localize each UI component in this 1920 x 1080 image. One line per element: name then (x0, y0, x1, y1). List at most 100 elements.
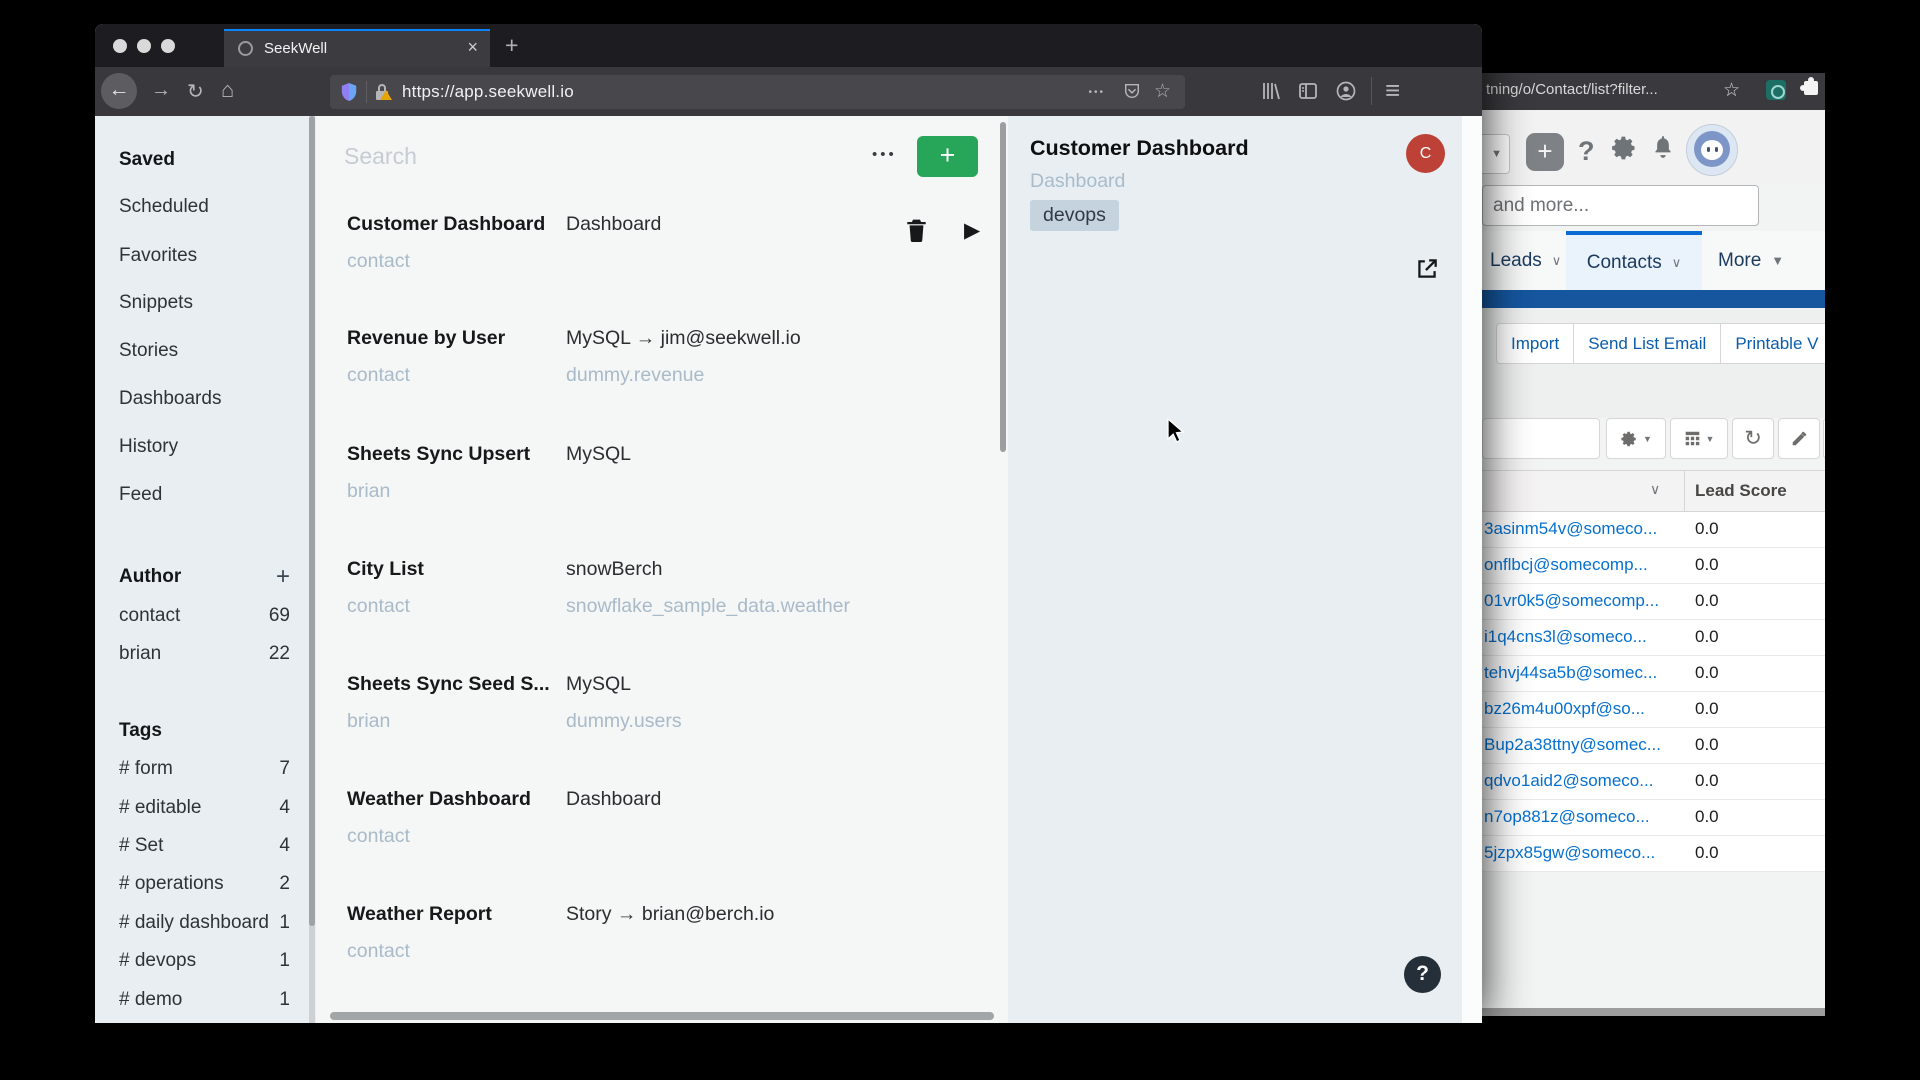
send-list-email-button[interactable]: Send List Email (1574, 323, 1722, 364)
caret-down-icon[interactable]: ▼ (1771, 253, 1784, 268)
sidebar-scrollbar-thumb[interactable] (309, 116, 315, 926)
tab-contacts-active[interactable]: Contacts ∨ (1566, 231, 1702, 290)
tag-filter-form[interactable]: # form 7 (119, 755, 290, 783)
sidebar-item-history[interactable]: History (119, 433, 290, 461)
library-icon[interactable] (1259, 80, 1281, 107)
back-icon[interactable]: ← (101, 73, 137, 109)
search-scope-dropdown[interactable]: ▼ (1482, 134, 1510, 174)
email-link[interactable]: 3asinm54v@someco... (1484, 519, 1657, 539)
menu-hamburger-icon[interactable]: ≡ (1385, 75, 1400, 106)
container-tab-icon[interactable] (1766, 80, 1786, 100)
list-item-sheets-sync-upsert[interactable]: Sheets Sync Upsert MySQL brian (316, 443, 1008, 519)
table-row[interactable]: bz26m4u00xpf@so... 0.0 (1482, 692, 1825, 728)
edit-pencil-button[interactable] (1778, 418, 1820, 459)
list-item-weather-report[interactable]: Weather Report Story → brian@berch.io co… (316, 903, 1008, 979)
open-external-link-icon[interactable] (1414, 256, 1440, 287)
sidebar-item-stories[interactable]: Stories (119, 337, 290, 365)
import-button[interactable]: Import (1496, 323, 1575, 364)
email-link[interactable]: qdvo1aid2@someco... (1484, 771, 1653, 791)
sidebar-item-feed[interactable]: Feed (119, 481, 290, 509)
forward-icon[interactable]: → (151, 79, 171, 102)
url-bar[interactable]: https://app.seekwell.io ••• ☆ (330, 75, 1185, 109)
email-link[interactable]: i1q4cns3l@someco... (1484, 627, 1647, 647)
search-input[interactable] (344, 138, 704, 174)
pocket-icon[interactable] (1123, 82, 1141, 105)
extensions-puzzle-icon[interactable] (1800, 77, 1818, 95)
horizontal-scrollbar-thumb[interactable] (330, 1012, 994, 1020)
table-row[interactable]: 3asinm54v@someco... 0.0 (1482, 512, 1825, 548)
lock-insecure-icon[interactable] (374, 83, 392, 106)
author-filter-contact[interactable]: contact 69 (119, 602, 290, 630)
tag-filter-editable[interactable]: # editable 4 (119, 794, 290, 822)
help-button[interactable]: ? (1404, 956, 1441, 993)
list-search-box[interactable] (1482, 418, 1600, 459)
add-query-button[interactable]: + (917, 136, 978, 177)
display-as-table-button[interactable]: ▼ (1670, 418, 1728, 459)
table-row[interactable]: i1q4cns3l@someco... 0.0 (1482, 620, 1825, 656)
bookmark-star-icon[interactable]: ☆ (1723, 79, 1740, 102)
tag-filter-devops[interactable]: # devops 1 (119, 947, 290, 975)
tracking-protection-shield-icon[interactable] (340, 82, 358, 107)
chevron-down-icon[interactable]: ∨ (1672, 255, 1682, 271)
table-row[interactable]: n7op881z@someco... 0.0 (1482, 800, 1825, 836)
table-row[interactable]: Bup2a38ttny@somec... 0.0 (1482, 728, 1825, 764)
avatar[interactable]: C (1406, 134, 1445, 173)
list-more-dots-icon[interactable]: ••• (872, 146, 897, 163)
table-row[interactable]: 01vr0k5@somecomp... 0.0 (1482, 584, 1825, 620)
email-link[interactable]: Bup2a38ttny@somec... (1484, 735, 1661, 755)
email-link[interactable]: bz26m4u00xpf@so... (1484, 699, 1645, 719)
email-link[interactable]: 5jzpx85gw@someco... (1484, 843, 1655, 863)
tag-filter-daily-dashboard[interactable]: # daily dashboard 1 (119, 909, 290, 937)
tag-filter-operations[interactable]: # operations 2 (119, 870, 290, 898)
tag-filter-demo[interactable]: # demo 1 (119, 986, 290, 1014)
email-link[interactable]: tehvj44sa5b@somec... (1484, 663, 1657, 683)
salesforce-search-input[interactable] (1482, 185, 1759, 226)
close-tab-icon[interactable]: × (467, 37, 478, 58)
window-close-button[interactable] (113, 39, 127, 53)
tab-leads[interactable]: Leads ∨ (1490, 231, 1561, 290)
browser-tab[interactable]: SeekWell × (224, 29, 490, 67)
home-icon[interactable]: ⌂ (221, 77, 234, 103)
chevron-down-icon[interactable]: ∨ (1552, 253, 1562, 269)
window-zoom-button[interactable] (161, 39, 175, 53)
sidebar-item-snippets[interactable]: Snippets (119, 289, 290, 317)
list-settings-gear-button[interactable]: ▼ (1606, 418, 1666, 459)
page-actions-dots-icon[interactable]: ••• (1088, 87, 1105, 98)
sidebar-toggle-icon[interactable] (1297, 80, 1319, 107)
setup-gear-icon[interactable] (1610, 134, 1638, 167)
tag-filter-set[interactable]: # Set 4 (119, 832, 290, 860)
reload-icon[interactable]: ↻ (187, 79, 204, 104)
lead-score-header[interactable]: Lead Score (1695, 481, 1787, 501)
url-text[interactable]: https://app.seekwell.io (402, 82, 574, 102)
new-tab-icon[interactable]: + (505, 32, 518, 59)
email-link[interactable]: onflbcj@somecomp... (1484, 555, 1648, 575)
user-avatar-astro[interactable] (1686, 124, 1738, 176)
delete-trash-icon[interactable] (905, 217, 928, 248)
charts-button-partial[interactable] (1823, 418, 1825, 459)
tag-chip-devops[interactable]: devops (1030, 200, 1119, 231)
help-icon[interactable]: ? (1578, 136, 1595, 167)
window-minimize-button[interactable] (137, 39, 151, 53)
email-link[interactable]: n7op881z@someco... (1484, 807, 1650, 827)
table-row[interactable]: tehvj44sa5b@somec... 0.0 (1482, 656, 1825, 692)
table-row[interactable]: qdvo1aid2@someco... 0.0 (1482, 764, 1825, 800)
refresh-button[interactable]: ↻ (1732, 418, 1774, 459)
add-author-plus-icon[interactable]: + (276, 563, 290, 591)
salesforce-url[interactable]: tning/o/Contact/list?filter... (1486, 81, 1658, 98)
table-row[interactable]: 5jzpx85gw@someco... 0.0 (1482, 836, 1825, 872)
author-filter-brian[interactable]: brian 22 (119, 640, 290, 668)
bookmark-star-icon[interactable]: ☆ (1154, 80, 1171, 103)
list-item-sheets-sync-seed[interactable]: Sheets Sync Seed S... MySQL brian dummy.… (316, 673, 1008, 749)
column-chevron-icon[interactable]: ∨ (1650, 481, 1660, 498)
list-item-customer-dashboard[interactable]: Customer Dashboard Dashboard contact ▶ (316, 213, 1008, 289)
printable-view-button[interactable]: Printable V (1721, 323, 1825, 364)
global-actions-plus-icon[interactable]: + (1526, 133, 1564, 171)
sidebar-item-saved[interactable]: Saved (119, 146, 290, 174)
list-item-revenue-by-user[interactable]: Revenue by User MySQL → jim@seekwell.io … (316, 327, 1008, 403)
email-link[interactable]: 01vr0k5@somecomp... (1484, 591, 1659, 611)
tab-more[interactable]: More ▼ (1718, 231, 1784, 290)
list-item-city-list[interactable]: City List snowBerch contact snowflake_sa… (316, 558, 1008, 634)
run-play-icon[interactable]: ▶ (964, 218, 980, 243)
sidebar-item-scheduled[interactable]: Scheduled (119, 193, 290, 221)
account-icon[interactable] (1335, 80, 1357, 107)
